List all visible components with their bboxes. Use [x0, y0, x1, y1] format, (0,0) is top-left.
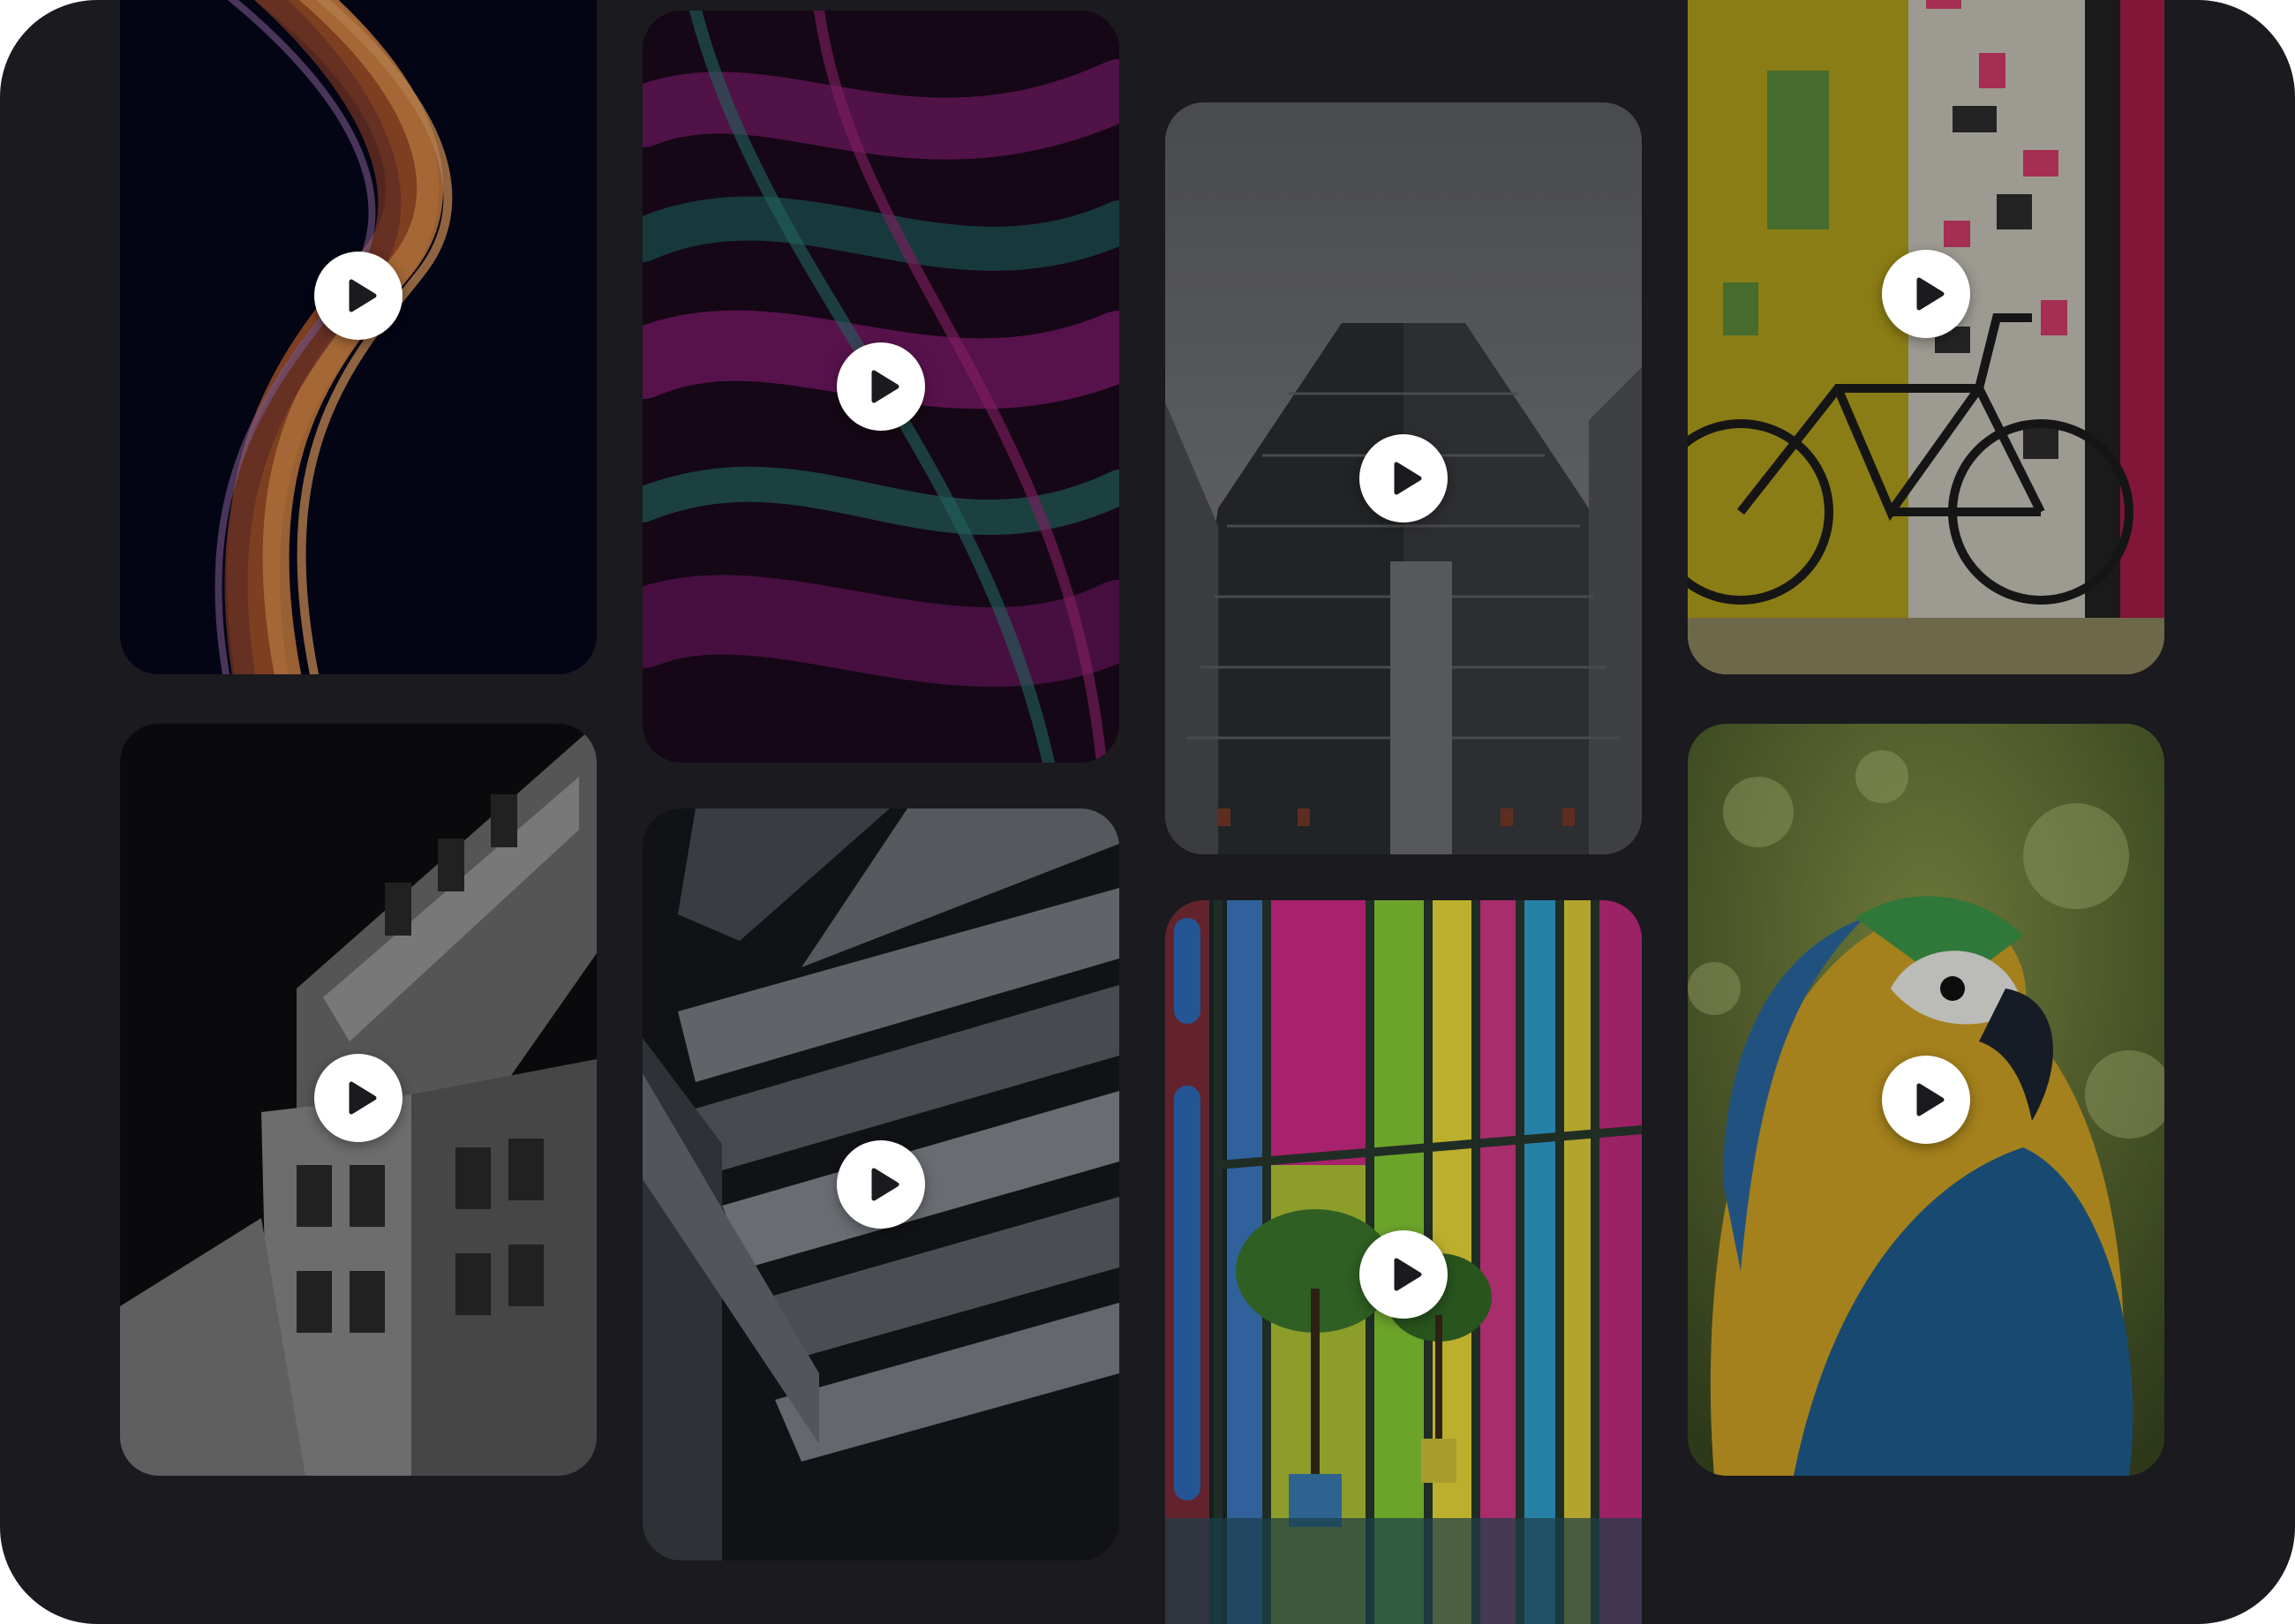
play-icon — [871, 1168, 899, 1201]
video-card-glass-tower[interactable] — [1165, 102, 1642, 854]
play-icon — [349, 1081, 377, 1115]
video-card-yellow-wall[interactable] — [1688, 0, 2164, 674]
gallery-panel — [0, 0, 2295, 1624]
play-icon — [1394, 1258, 1422, 1291]
video-card-grey-architecture[interactable] — [643, 808, 1119, 1560]
play-button[interactable] — [314, 252, 403, 340]
video-card-bw-building[interactable] — [120, 724, 597, 1476]
play-button[interactable] — [837, 1140, 925, 1229]
play-icon — [349, 279, 377, 312]
play-icon — [1916, 277, 1945, 311]
play-icon — [1916, 1083, 1945, 1116]
video-card-orange-wave[interactable] — [120, 0, 597, 674]
video-card-macaw[interactable] — [1688, 724, 2164, 1476]
video-card-magenta-texture[interactable] — [643, 11, 1119, 763]
play-button[interactable] — [314, 1054, 403, 1142]
play-button[interactable] — [837, 342, 925, 431]
play-icon — [871, 370, 899, 403]
play-button[interactable] — [1359, 434, 1448, 523]
play-button[interactable] — [1359, 1230, 1448, 1319]
play-icon — [1394, 462, 1422, 495]
play-button[interactable] — [1882, 1056, 1970, 1144]
play-button[interactable] — [1882, 250, 1970, 338]
video-card-colorful-windows[interactable] — [1165, 900, 1642, 1624]
